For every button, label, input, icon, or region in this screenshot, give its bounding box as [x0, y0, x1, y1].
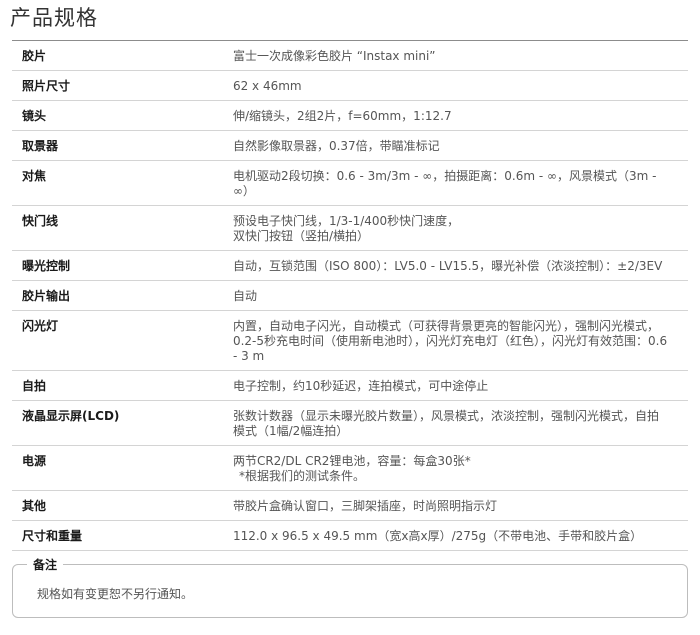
spec-row: 液晶显示屏(LCD) 张数计数器（显示未曝光胶片数量），风景模式，浓淡控制，强制闪… [12, 401, 688, 446]
spec-row: 其他 带胶片盒确认窗口，三脚架插座，时尚照明指示灯 [12, 491, 688, 521]
spec-value-line: ∞） [232, 184, 255, 198]
spec-value-line: 电机驱动2段切换：0.6 - 3m/3m - ∞，拍摄距离：0.6m - ∞，风… [232, 169, 657, 183]
spec-value-line: 张数计数器（显示未曝光胶片数量），风景模式，浓淡控制，强制闪光模式，自拍 [232, 409, 659, 423]
spec-label: 电源 [22, 454, 47, 468]
spec-row: 自拍 电子控制，约10秒延迟，连拍模式，可中途停止 [12, 371, 688, 401]
spec-value-line: 两节CR2/DL CR2锂电池，容量：每盒30张* [232, 454, 471, 468]
remark-legend: 备注 [27, 556, 64, 573]
spec-value: 伸/缩镜头，2组2片，f=60mm，1:12.7 [217, 101, 688, 131]
spec-value-line: 双快门按钮（竖拍/横拍） [232, 229, 369, 243]
spec-row: 胶片 富士一次成像彩色胶片 “Instax mini” [12, 41, 688, 71]
spec-value-line: 内置，自动电子闪光，自动模式（可获得背景更亮的智能闪光），强制闪光模式， [232, 319, 659, 333]
spec-value: 电子控制，约10秒延迟，连拍模式，可中途停止 [217, 371, 688, 401]
spec-value: 62 x 46mm [217, 71, 688, 101]
spec-value-line: 带胶片盒确认窗口，三脚架插座，时尚照明指示灯 [232, 499, 497, 513]
spec-value-line: 112.0 x 96.5 x 49.5 mm（宽x高x厚）/275g（不带电池、… [232, 529, 643, 543]
spec-value-line: 自动 [232, 289, 257, 303]
spec-value: 预设电子快门线，1/3-1/400秒快门速度， 双快门按钮（竖拍/横拍） [217, 206, 688, 251]
spec-label: 胶片输出 [22, 289, 71, 303]
spec-value: 电机驱动2段切换：0.6 - 3m/3m - ∞，拍摄距离：0.6m - ∞，风… [217, 161, 688, 206]
spec-label: 曝光控制 [22, 259, 71, 273]
spec-label: 镜头 [22, 109, 47, 123]
spec-label: 照片尺寸 [22, 79, 71, 93]
spec-row: 闪光灯 内置，自动电子闪光，自动模式（可获得背景更亮的智能闪光），强制闪光模式， 0… [12, 311, 688, 371]
spec-value: 自然影像取景器，0.37倍，带瞄准标记 [217, 131, 688, 161]
page-title: 产品规格 [10, 6, 98, 30]
page: 产品规格 胶片 富士一次成像彩色胶片 “Instax mini” 照片尺寸 62 x … [0, 0, 700, 635]
spec-value-line: 模式（1幅/2幅连拍） [232, 424, 349, 438]
spec-label: 闪光灯 [22, 319, 59, 333]
spec-value-line: - 3 m [232, 349, 265, 363]
spec-value-line: 伸/缩镜头，2组2片，f=60mm，1:12.7 [232, 109, 452, 123]
spec-value-line: 自然影像取景器，0.37倍，带瞄准标记 [232, 139, 440, 153]
spec-value-line: 0.2-5秒充电时间（使用新电池时），闪光灯充电灯（红色），闪光灯有效范围：0.… [232, 334, 668, 348]
spec-label: 对焦 [22, 169, 47, 183]
spec-value: 自动，互锁范围（ISO 800）：LV5.0 - LV15.5，曝光补偿（浓淡控… [217, 251, 688, 281]
spec-value-note: *根据我们的测试条件。 [238, 469, 365, 483]
spec-row: 镜头 伸/缩镜头，2组2片，f=60mm，1:12.7 [12, 101, 688, 131]
spec-value: 自动 [217, 281, 688, 311]
spec-value-line: 预设电子快门线，1/3-1/400秒快门速度， [232, 214, 460, 228]
spec-value: 内置，自动电子闪光，自动模式（可获得背景更亮的智能闪光），强制闪光模式， 0.2-… [217, 311, 688, 371]
spec-value: 112.0 x 96.5 x 49.5 mm（宽x高x厚）/275g（不带电池、… [217, 521, 688, 551]
spec-value-line: 62 x 46mm [232, 79, 302, 93]
spec-label: 胶片 [22, 49, 47, 63]
spec-row: 电源 两节CR2/DL CR2锂电池，容量：每盒30张* *根据我们的测试条件。 [12, 446, 688, 491]
spec-row: 尺寸和重量 112.0 x 96.5 x 49.5 mm（宽x高x厚）/275g（… [12, 521, 688, 551]
spec-label: 快门线 [22, 214, 59, 228]
spec-table: 胶片 富士一次成像彩色胶片 “Instax mini” 照片尺寸 62 x 46mm 镜… [12, 40, 688, 551]
spec-row: 曝光控制 自动，互锁范围（ISO 800）：LV5.0 - LV15.5，曝光补偿… [12, 251, 688, 281]
spec-row: 取景器 自然影像取景器，0.37倍，带瞄准标记 [12, 131, 688, 161]
remark-box: 备注 规格如有变更恕不另行通知。 [12, 556, 688, 618]
spec-value: 两节CR2/DL CR2锂电池，容量：每盒30张* *根据我们的测试条件。 [217, 446, 688, 491]
spec-label: 取景器 [22, 139, 59, 153]
spec-value: 张数计数器（显示未曝光胶片数量），风景模式，浓淡控制，强制闪光模式，自拍 模式（1… [217, 401, 688, 446]
spec-row: 对焦 电机驱动2段切换：0.6 - 3m/3m - ∞，拍摄距离：0.6m - ∞… [12, 161, 688, 206]
spec-row: 快门线 预设电子快门线，1/3-1/400秒快门速度， 双快门按钮（竖拍/横拍） [12, 206, 688, 251]
spec-value-line: 富士一次成像彩色胶片 “Instax mini” [232, 49, 436, 63]
spec-value-line: 自动，互锁范围（ISO 800）：LV5.0 - LV15.5，曝光补偿（浓淡控… [232, 259, 663, 273]
spec-row: 胶片输出 自动 [12, 281, 688, 311]
spec-label: 自拍 [22, 379, 47, 393]
spec-label: 其他 [22, 499, 47, 513]
spec-value: 富士一次成像彩色胶片 “Instax mini” [217, 41, 688, 71]
spec-table-body: 胶片 富士一次成像彩色胶片 “Instax mini” 照片尺寸 62 x 46mm 镜… [12, 41, 688, 551]
spec-label: 尺寸和重量 [22, 529, 83, 543]
spec-row: 照片尺寸 62 x 46mm [12, 71, 688, 101]
spec-value: 带胶片盒确认窗口，三脚架插座，时尚照明指示灯 [217, 491, 688, 521]
remark-text: 规格如有变更恕不另行通知。 [37, 587, 194, 601]
spec-value-line: 电子控制，约10秒延迟，连拍模式，可中途停止 [232, 379, 489, 393]
spec-label: 液晶显示屏(LCD) [22, 409, 120, 423]
